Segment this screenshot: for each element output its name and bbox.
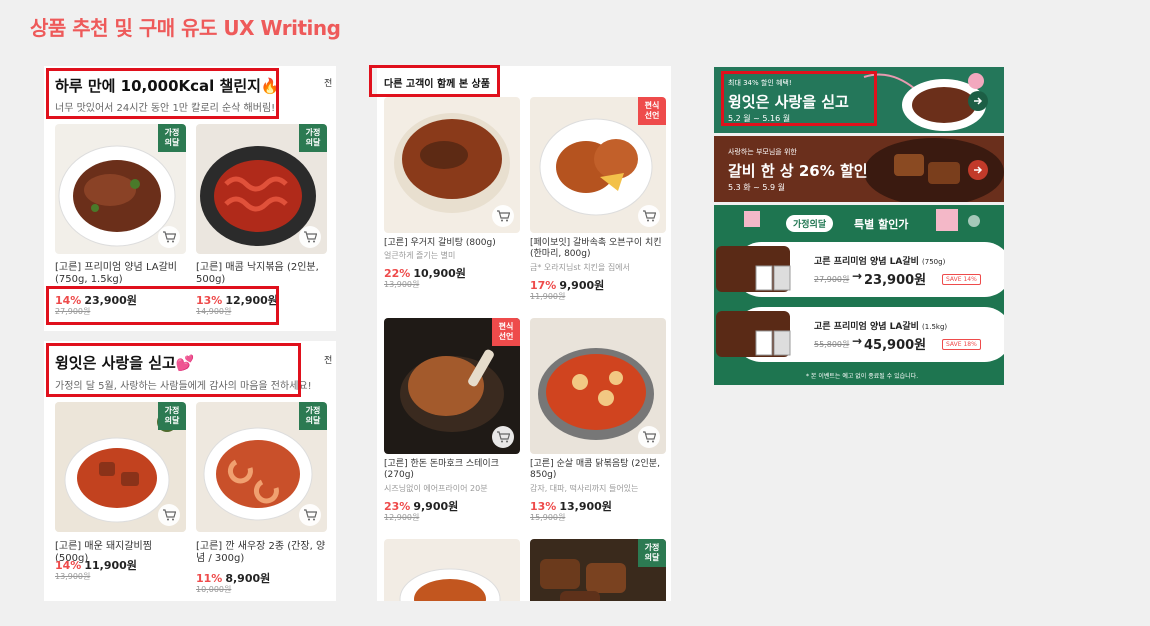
picky-badge: 편식 선언 bbox=[638, 97, 666, 125]
original-price: 13,900원 bbox=[384, 280, 420, 289]
original-price: 13,900원 bbox=[55, 572, 91, 581]
product-desc: 감자, 대파, 떡사리까지 들어있는 bbox=[530, 484, 639, 493]
save-badge: SAVE 14% bbox=[942, 274, 981, 285]
section2-more-peek[interactable]: 전 bbox=[324, 353, 332, 366]
highlight-box bbox=[369, 65, 500, 97]
product-image[interactable]: 편식 선언 bbox=[384, 318, 520, 454]
cart-icon[interactable] bbox=[299, 226, 321, 248]
deal-price: 45,900원 bbox=[864, 338, 927, 353]
deal-item[interactable]: 고른 프리미엄 양념 LA갈비 (1.5kg) 55,800원 → 45,900… bbox=[716, 307, 1004, 362]
family-month-badge: 가정 의달 bbox=[299, 402, 327, 430]
event-disclaimer: * 본 이벤트는 예고 없이 종료될 수 있습니다. bbox=[806, 373, 919, 380]
family-month-badge: 가정 의달 bbox=[158, 402, 186, 430]
deal-item[interactable]: 고른 프리미엄 양념 LA갈비 (750g) 27,900원 → 23,900원… bbox=[716, 242, 1004, 297]
banner-small-text: 사랑하는 부모님을 위한 bbox=[728, 148, 797, 156]
galbi-product-photo bbox=[716, 246, 791, 292]
cart-icon[interactable] bbox=[158, 226, 180, 248]
original-price: 12,900원 bbox=[384, 513, 420, 522]
product-name[interactable]: [고른] 우거지 갈비탕 (800g) bbox=[384, 238, 520, 249]
deal-item-name: 고른 프리미엄 양념 LA갈비 (1.5kg) bbox=[814, 322, 948, 332]
product-name[interactable]: [고른] 프리미엄 양념 LA갈비 (750g, 1.5kg) bbox=[55, 262, 186, 286]
original-price: 11,900원 bbox=[530, 292, 566, 301]
cart-icon[interactable] bbox=[299, 504, 321, 526]
highlight-box bbox=[721, 71, 877, 126]
family-month-badge: 가정 의달 bbox=[299, 124, 327, 152]
product-desc: 시즈닝없이 에어프라이어 20분 bbox=[384, 484, 488, 493]
deal-original-price: 55,800원 bbox=[814, 340, 850, 349]
product-image[interactable] bbox=[384, 539, 520, 601]
product-image[interactable] bbox=[384, 97, 520, 233]
original-price: 15,900원 bbox=[530, 513, 566, 522]
product-name[interactable]: [고른] 매콤 낙지볶음 (2인분, 500g) bbox=[196, 262, 327, 286]
product-name[interactable]: [페이보잇] 갈바속촉 오븐구이 치킨 (한마리, 800g) bbox=[530, 238, 666, 260]
highlight-box bbox=[46, 343, 301, 397]
arrow-right-icon[interactable] bbox=[968, 160, 988, 180]
section1-more-peek[interactable]: 전 bbox=[324, 76, 332, 89]
highlight-box bbox=[46, 68, 279, 119]
product-image[interactable]: 가정 의달 bbox=[530, 539, 666, 601]
product-image[interactable]: 가정 의달 bbox=[196, 124, 327, 254]
family-month-badge: 가정 의달 bbox=[638, 539, 666, 567]
promo-banner-galbi[interactable]: 사랑하는 부모님을 위한 갈비 한 상 26% 할인 5.3 화 ~ 5.9 월 bbox=[714, 136, 1004, 202]
product-name[interactable]: [고른] 한돈 돈마호크 스테이크 (270g) bbox=[384, 459, 520, 481]
section-divider bbox=[44, 331, 336, 341]
page-title: 상품 추천 및 구매 유도 UX Writing bbox=[30, 16, 341, 40]
banner-date: 5.3 화 ~ 5.9 월 bbox=[728, 183, 786, 192]
product-name[interactable]: [고른] 순살 매콤 닭볶음탕 (2인분, 850g) bbox=[530, 459, 666, 481]
original-price: 10,000원 bbox=[196, 585, 232, 594]
price-arrow: → bbox=[852, 269, 863, 283]
product-image[interactable]: 가정 의달 bbox=[196, 402, 327, 532]
save-badge: SAVE 18% bbox=[942, 339, 981, 350]
deal-price: 23,900원 bbox=[864, 273, 927, 288]
special-price-banner[interactable]: 가정의달 특별 할인가 고른 프리미엄 양념 LA갈비 (750g) 27,90… bbox=[714, 205, 1004, 385]
price-arrow: → bbox=[852, 334, 863, 348]
food-photo bbox=[399, 568, 501, 601]
cart-icon[interactable] bbox=[638, 426, 660, 448]
recommendation-panel: 하루 만에 10,000Kcal 챌린지🔥 너무 맛있어서 24시간 동안 1만… bbox=[44, 66, 336, 601]
banner-headline: 갈비 한 상 26% 할인 bbox=[728, 162, 868, 180]
arrow-right-icon[interactable] bbox=[968, 91, 988, 111]
picky-badge: 편식 선언 bbox=[492, 318, 520, 346]
cart-icon[interactable] bbox=[492, 205, 514, 227]
product-image[interactable]: 편식 선언 bbox=[530, 97, 666, 233]
product-image[interactable] bbox=[530, 318, 666, 454]
also-viewed-panel: 다른 고객이 함께 본 상품 [고른] 우거지 갈비탕 (800g) 얼큰하게 … bbox=[377, 66, 671, 601]
family-month-tag: 가정의달 bbox=[786, 215, 834, 232]
special-price-title: 특별 할인가 bbox=[854, 218, 909, 231]
family-month-badge: 가정 의달 bbox=[158, 124, 186, 152]
cart-icon[interactable] bbox=[158, 504, 180, 526]
deal-original-price: 27,900원 bbox=[814, 275, 850, 284]
cart-icon[interactable] bbox=[638, 205, 660, 227]
product-image[interactable]: 가정 의달 bbox=[55, 124, 186, 254]
highlight-box bbox=[46, 286, 279, 325]
product-desc: 얼큰하게 즐기는 별미 bbox=[384, 251, 456, 260]
product-name[interactable]: [고른] 깐 새우장 2종 (간장, 양념 / 300g) bbox=[196, 541, 327, 565]
product-image[interactable]: 가정 의달 bbox=[55, 402, 186, 532]
deal-item-name: 고른 프리미엄 양념 LA갈비 (750g) bbox=[814, 257, 946, 267]
product-desc: 금* 오라지님st 치킨을 집에서 bbox=[530, 263, 630, 272]
galbi-product-photo bbox=[716, 311, 791, 357]
cart-icon[interactable] bbox=[492, 426, 514, 448]
